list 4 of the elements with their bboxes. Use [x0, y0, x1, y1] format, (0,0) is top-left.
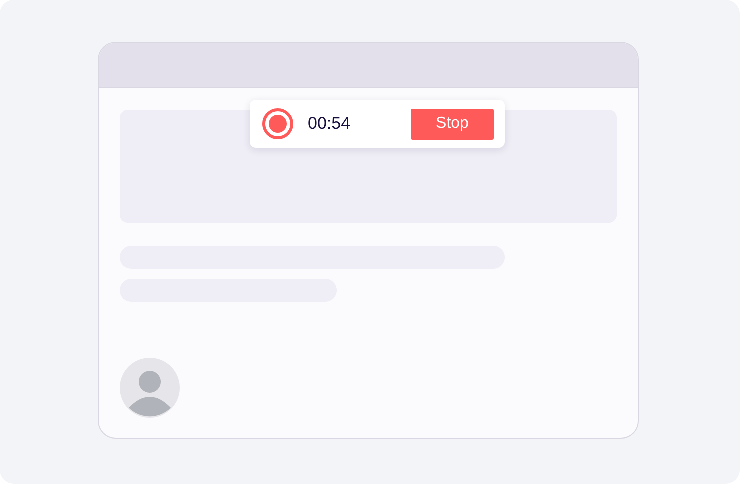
avatar-icon [120, 358, 180, 418]
stop-button[interactable]: Stop [411, 108, 494, 140]
recording-time: 00:54 [308, 113, 351, 136]
record-icon [262, 108, 294, 140]
